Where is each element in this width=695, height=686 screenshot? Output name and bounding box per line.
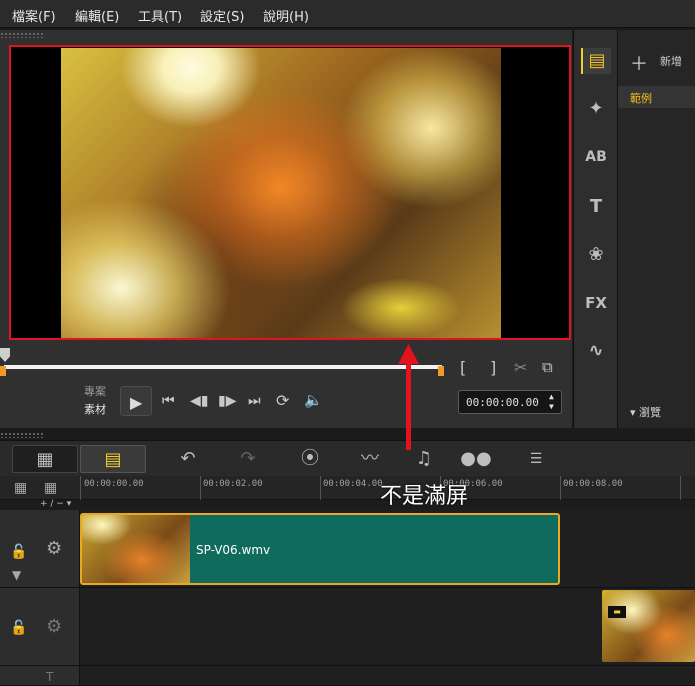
repeat-icon[interactable]: ⟳	[276, 393, 289, 409]
ruler-tick-label: 00:00:00.00	[84, 479, 144, 489]
library-folder-sample[interactable]: 範例	[618, 86, 695, 108]
preview-window[interactable]	[9, 45, 571, 340]
mark-in-button[interactable]: [	[460, 360, 466, 376]
menu-edit[interactable]: 編輯(E)	[75, 6, 119, 25]
timecode-value: 00:00:00.00	[466, 396, 539, 409]
track-lock-icon[interactable]: 🔓	[10, 620, 27, 636]
video-clip[interactable]: SP-V06.wmv	[80, 513, 560, 585]
timeline-grip[interactable]	[0, 432, 44, 438]
overlay-track-icon: ⚙	[46, 616, 63, 637]
timeline-ruler[interactable]: ▦ ▦ 00:00:00.00 00:00:02.00 00:00:04.00 …	[0, 476, 695, 500]
overlay-track: 🔓 ⚙	[0, 588, 695, 666]
redo-icon[interactable]: ↷	[232, 445, 264, 473]
chapter-marker-icon[interactable]: ▦	[44, 480, 57, 496]
video-frame	[61, 48, 501, 338]
title-track-icon: T	[46, 670, 54, 684]
auto-music-icon[interactable]: ♫	[408, 445, 440, 473]
scissors-icon[interactable]: ✂	[514, 360, 527, 376]
ruler-tick	[320, 476, 321, 500]
storyboard-view-button[interactable]: ▦	[12, 445, 78, 473]
browse-button[interactable]: ▾ 瀏覽	[630, 404, 661, 420]
browse-label: 瀏覽	[639, 406, 662, 419]
skip-start-icon[interactable]: ⏮	[162, 394, 175, 408]
ruler-tick	[80, 476, 81, 500]
timeline-view-button[interactable]: ▤	[80, 445, 146, 473]
title-icon[interactable]: T	[581, 194, 611, 220]
play-button[interactable]: ▶	[120, 386, 152, 416]
ruler-tick-label: 00:00:08.00	[563, 479, 623, 489]
mode-clip-label[interactable]: 素材	[84, 404, 106, 415]
title-track-header: T	[0, 666, 80, 685]
zoom-strip: + / − ▾	[0, 499, 695, 510]
timecode-up-icon[interactable]: ▲	[549, 392, 554, 401]
add-icon[interactable]: ＋	[630, 50, 648, 76]
overlay-clip[interactable]: ▬	[602, 590, 695, 662]
volume-icon[interactable]: 🔈	[304, 393, 323, 408]
clip-thumbnail	[82, 515, 190, 583]
library-panel: ＋ 新增 範例 ▾ 瀏覽	[617, 30, 695, 428]
track-lock-icon[interactable]: 🔓	[10, 544, 27, 560]
record-capture-icon[interactable]: ⦿	[294, 445, 326, 473]
subtitle-editor-icon[interactable]: ☰	[520, 445, 552, 473]
play-icon: ▶	[130, 393, 143, 412]
menu-settings[interactable]: 設定(S)	[200, 6, 244, 25]
menu-file[interactable]: 檔案(F)	[12, 6, 56, 25]
track-manager-icon[interactable]: ▦	[14, 480, 27, 496]
expand-icon[interactable]: ▼	[12, 568, 21, 582]
motion-tracking-icon[interactable]: ●●	[460, 445, 492, 473]
path-icon[interactable]: ∿	[581, 338, 611, 364]
annotation-arrow	[406, 358, 411, 450]
timecode-field[interactable]: 00:00:00.00 ▲ ▼	[458, 390, 562, 414]
overlay-badge-icon: ▬	[608, 606, 626, 618]
browse-icon: ▾	[630, 406, 640, 419]
category-strip: ▤ ✦ AB T ❀ FX ∿	[573, 30, 617, 428]
zoom-controls[interactable]: + / − ▾	[40, 499, 71, 509]
annotation-text: 不是滿屏	[380, 484, 469, 509]
transition-icon[interactable]: AB	[581, 144, 611, 170]
copy-icon[interactable]: ⧉	[542, 360, 553, 375]
overlay-track-header: 🔓 ⚙	[0, 588, 80, 665]
add-label[interactable]: 新增	[660, 53, 682, 69]
instant-project-icon[interactable]: ✦	[581, 96, 611, 122]
mode-project-label[interactable]: 專案	[84, 386, 106, 397]
ruler-tick-label: 00:00:04.00	[323, 479, 383, 489]
ruler-tick	[200, 476, 201, 500]
trim-end-handle[interactable]	[438, 366, 444, 376]
ruler-tick	[560, 476, 561, 500]
menu-help[interactable]: 說明(H)	[263, 6, 309, 25]
trim-start-handle[interactable]	[0, 366, 6, 376]
ruler-tick	[680, 476, 681, 500]
graphic-icon[interactable]: ❀	[581, 242, 611, 268]
menu-bar: 檔案(F) 編輯(E) 工具(T) 設定(S) 說明(H)	[0, 0, 695, 28]
filter-icon[interactable]: FX	[581, 290, 611, 316]
panel-grip[interactable]	[0, 32, 44, 38]
skip-end-icon[interactable]: ⏭	[248, 394, 261, 408]
undo-icon[interactable]: ↶	[172, 445, 204, 473]
title-track: T	[0, 666, 695, 686]
menu-tools[interactable]: 工具(T)	[138, 6, 182, 25]
ruler-tick-label: 00:00:02.00	[203, 479, 263, 489]
video-track-icon: ⚙	[46, 538, 63, 559]
timecode-down-icon[interactable]: ▼	[549, 402, 554, 411]
video-track-header: 🔓 ⚙ ▼	[0, 510, 80, 587]
mark-out-button[interactable]: ]	[490, 360, 496, 376]
scrub-bar[interactable]	[4, 365, 442, 369]
media-library-icon[interactable]: ▤	[581, 48, 611, 74]
step-back-icon[interactable]: ◀▮	[190, 394, 208, 408]
clip-filename: SP-V06.wmv	[196, 543, 271, 557]
step-forward-icon[interactable]: ▮▶	[218, 394, 236, 408]
sound-mixer-icon[interactable]: 〰	[354, 445, 386, 473]
timeline-toolbar: ▦ ▤ ↶ ↷ ⦿ 〰 ♫ ●● ☰	[0, 440, 695, 476]
